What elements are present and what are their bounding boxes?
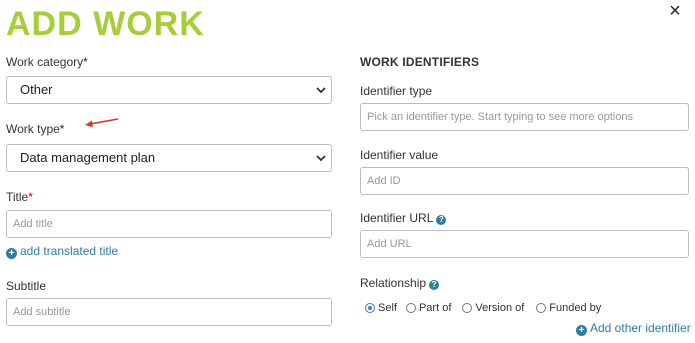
work-type-label: Work type* xyxy=(6,122,64,136)
identifier-type-placeholder: Pick an identifier type. Start typing to… xyxy=(367,111,633,123)
radio-button[interactable] xyxy=(365,303,375,313)
work-category-label-text: Work category xyxy=(6,55,84,69)
work-category-value: Other xyxy=(20,82,53,97)
identifier-url-label: Identifier URL? xyxy=(360,211,447,225)
plus-circle-icon: + xyxy=(576,325,587,336)
identifier-value-placeholder: Add ID xyxy=(367,175,401,187)
identifier-url-placeholder: Add URL xyxy=(367,238,412,250)
page-title: ADD WORK xyxy=(6,5,205,43)
work-identifiers-heading: WORK IDENTIFIERS xyxy=(360,55,480,69)
work-category-select[interactable]: Other xyxy=(6,76,332,104)
identifier-value-input[interactable]: Add ID xyxy=(360,167,689,195)
relationship-option-label: Funded by xyxy=(549,302,602,314)
add-other-identifier-link[interactable]: + Add other identifier xyxy=(576,321,691,336)
title-input[interactable]: Add title xyxy=(6,210,332,238)
work-type-label-text: Work type xyxy=(6,122,60,136)
subtitle-label: Subtitle xyxy=(6,279,47,293)
relationship-option-version-of[interactable]: Version of xyxy=(462,302,524,314)
radio-button[interactable] xyxy=(405,303,416,313)
title-placeholder: Add title xyxy=(13,218,53,230)
radio-button[interactable] xyxy=(536,303,547,313)
add-other-identifier-text: Add other identifier xyxy=(590,321,691,335)
required-mark: * xyxy=(83,55,88,69)
work-type-value: Data management plan xyxy=(20,150,156,165)
relationship-option-label: Part of xyxy=(418,302,452,314)
identifier-type-input[interactable]: Pick an identifier type. Start typing to… xyxy=(360,103,689,131)
help-icon[interactable]: ? xyxy=(436,215,447,225)
relationship-option-label: Version of xyxy=(475,302,525,314)
help-icon[interactable]: ? xyxy=(429,280,440,290)
radio-button[interactable] xyxy=(462,303,473,313)
annotation-arrow-icon xyxy=(85,118,119,127)
relationship-option-funded-by[interactable]: Funded by xyxy=(536,302,601,314)
add-translated-title-link[interactable]: + add translated title xyxy=(6,244,118,259)
relationship-option-self[interactable]: Self xyxy=(365,302,397,314)
subtitle-placeholder: Add subtitle xyxy=(13,306,71,318)
relationship-option-label: Self xyxy=(378,302,397,314)
work-type-select[interactable]: Data management plan xyxy=(6,144,332,172)
identifier-value-label: Identifier value xyxy=(360,148,439,162)
identifier-url-input[interactable]: Add URL xyxy=(360,230,689,258)
required-mark: * xyxy=(28,190,33,204)
required-mark: * xyxy=(59,122,65,136)
close-icon[interactable]: × xyxy=(664,0,686,22)
relationship-radio-group: Self Part of Version of Funded by xyxy=(365,300,601,316)
work-category-label: Work category* xyxy=(6,55,88,69)
chevron-down-icon xyxy=(316,155,326,162)
relationship-label: Relationship? xyxy=(360,276,440,290)
subtitle-input[interactable]: Add subtitle xyxy=(6,298,332,326)
plus-circle-icon: + xyxy=(6,248,17,259)
identifier-url-label-text: Identifier URL xyxy=(360,211,434,225)
identifier-type-label: Identifier type xyxy=(360,84,433,98)
chevron-down-icon xyxy=(316,87,326,94)
relationship-option-part-of[interactable]: Part of xyxy=(405,302,452,314)
relationship-label-text: Relationship xyxy=(360,276,427,290)
title-label: Title* xyxy=(6,190,33,204)
add-translated-title-text: add translated title xyxy=(20,244,119,258)
title-label-text: Title xyxy=(6,190,29,204)
